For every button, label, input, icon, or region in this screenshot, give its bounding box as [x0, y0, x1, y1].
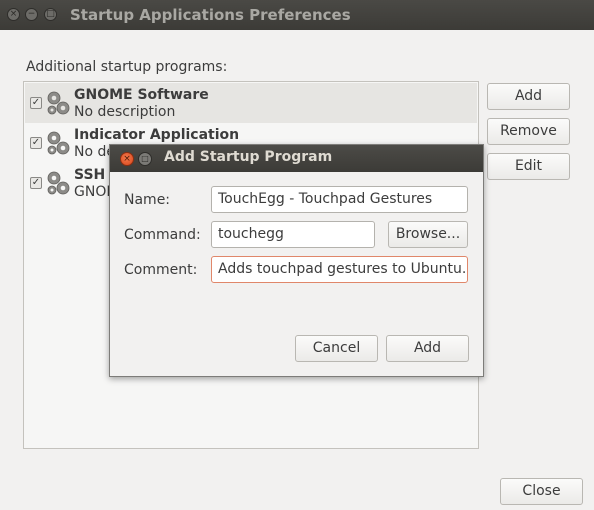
comment-text: Adds touchpad gestures to Ubuntu. — [218, 261, 467, 277]
text-caret — [467, 261, 468, 277]
window-title: Startup Applications Preferences — [70, 6, 351, 24]
gears-icon — [47, 131, 70, 155]
cancel-button[interactable]: Cancel — [295, 335, 378, 362]
window-maximize-icon[interactable]: □ — [44, 8, 57, 21]
browse-button[interactable]: Browse... — [388, 221, 468, 248]
dialog-title: Add Startup Program — [164, 149, 333, 165]
edit-button[interactable]: Edit — [487, 153, 570, 180]
program-name: GNOME Software — [74, 87, 209, 103]
enabled-checkbox[interactable]: ✓ — [30, 97, 42, 109]
dialog-close-icon[interactable]: × — [120, 152, 134, 166]
program-name: Indicator Application — [74, 127, 240, 143]
add-startup-program-dialog: × □ Add Startup Program Name: TouchEgg -… — [109, 144, 484, 377]
command-label: Command: — [124, 227, 201, 243]
program-description: No description — [74, 104, 176, 120]
gears-icon — [47, 91, 70, 115]
section-label: Additional startup programs: — [26, 59, 228, 75]
comment-field[interactable]: Adds touchpad gestures to Ubuntu. — [211, 256, 468, 283]
command-field[interactable]: touchegg — [211, 221, 375, 248]
name-label: Name: — [124, 192, 171, 208]
window-close-icon[interactable]: × — [7, 8, 20, 21]
close-button[interactable]: Close — [500, 478, 583, 505]
list-item[interactable]: ✓ GNOME Software No description — [25, 83, 477, 123]
dialog-add-button[interactable]: Add — [386, 335, 469, 362]
enabled-checkbox[interactable]: ✓ — [30, 177, 42, 189]
window-titlebar: × − □ Startup Applications Preferences — [0, 0, 594, 30]
remove-button[interactable]: Remove — [487, 118, 570, 145]
window-minimize-icon[interactable]: − — [25, 8, 38, 21]
name-field[interactable]: TouchEgg - Touchpad Gestures — [211, 186, 468, 213]
dialog-titlebar: × □ Add Startup Program — [110, 145, 483, 172]
gears-icon — [47, 171, 70, 195]
enabled-checkbox[interactable]: ✓ — [30, 137, 42, 149]
dialog-maximize-icon[interactable]: □ — [138, 152, 152, 166]
comment-label: Comment: — [124, 262, 198, 278]
add-button[interactable]: Add — [487, 83, 570, 110]
